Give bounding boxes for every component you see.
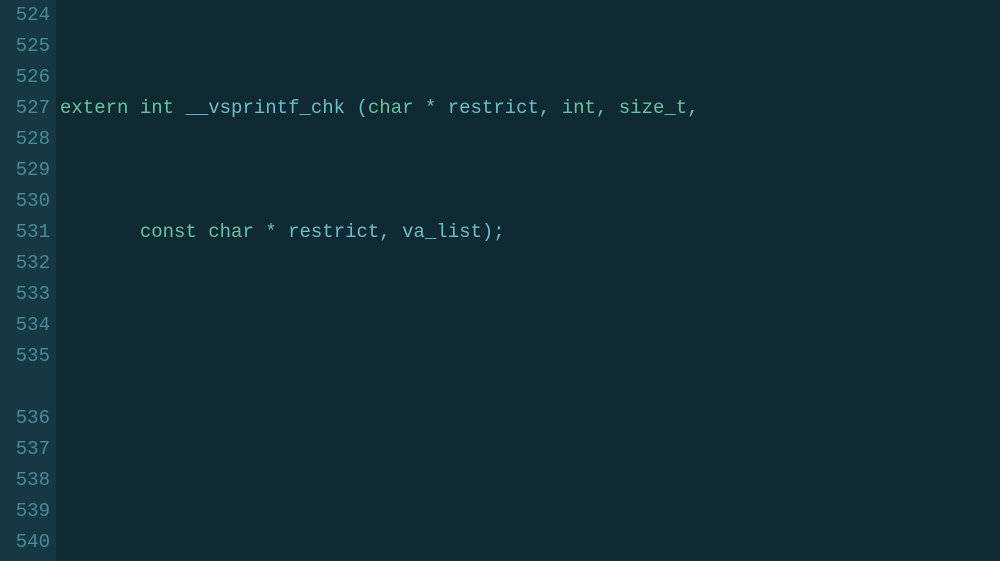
line-number-gutter: 524 525 526 527 528 529 530 531 532 533 … <box>0 0 56 561</box>
function-name: __vsprintf_chk <box>185 97 345 119</box>
code-line[interactable] <box>60 341 1000 372</box>
keyword-extern: extern <box>60 97 128 119</box>
code-editor[interactable]: 524 525 526 527 528 529 530 531 532 533 … <box>0 0 1000 561</box>
line-number: 527 <box>6 93 50 124</box>
punct: , <box>687 97 698 119</box>
line-number: 533 <box>6 279 50 310</box>
line-number: 535 <box>6 341 50 372</box>
line-number: 524 <box>6 0 50 31</box>
line-number: 537 <box>6 434 50 465</box>
line-number: 536 <box>6 403 50 434</box>
code-area[interactable]: extern int __vsprintf_chk (char * restri… <box>56 0 1000 561</box>
line-number: 529 <box>6 155 50 186</box>
line-number: 534 <box>6 310 50 341</box>
line-number: 526 <box>6 62 50 93</box>
code-line[interactable]: const char * restrict, va_list); <box>60 217 1000 248</box>
line-number: 530 <box>6 186 50 217</box>
type-char: char <box>208 221 254 243</box>
punct: * restrict, va_list); <box>254 221 505 243</box>
line-number: 539 <box>6 496 50 527</box>
line-number: 538 <box>6 465 50 496</box>
indent <box>60 221 140 243</box>
type-size_t: size_t <box>619 97 687 119</box>
keyword-int: int <box>140 97 174 119</box>
code-line[interactable] <box>60 434 1000 465</box>
line-number: 540 <box>6 527 50 558</box>
type-int: int <box>562 97 596 119</box>
line-number <box>6 372 50 403</box>
line-number: 525 <box>6 31 50 62</box>
type-char: char <box>368 97 414 119</box>
punct: , <box>596 97 619 119</box>
line-number: 528 <box>6 124 50 155</box>
code-line[interactable] <box>60 527 1000 558</box>
punct: * restrict, <box>414 97 562 119</box>
line-number: 531 <box>6 217 50 248</box>
line-number: 532 <box>6 248 50 279</box>
keyword-const: const <box>140 221 197 243</box>
code-line[interactable]: extern int __vsprintf_chk (char * restri… <box>60 93 1000 124</box>
punct: ( <box>345 97 368 119</box>
